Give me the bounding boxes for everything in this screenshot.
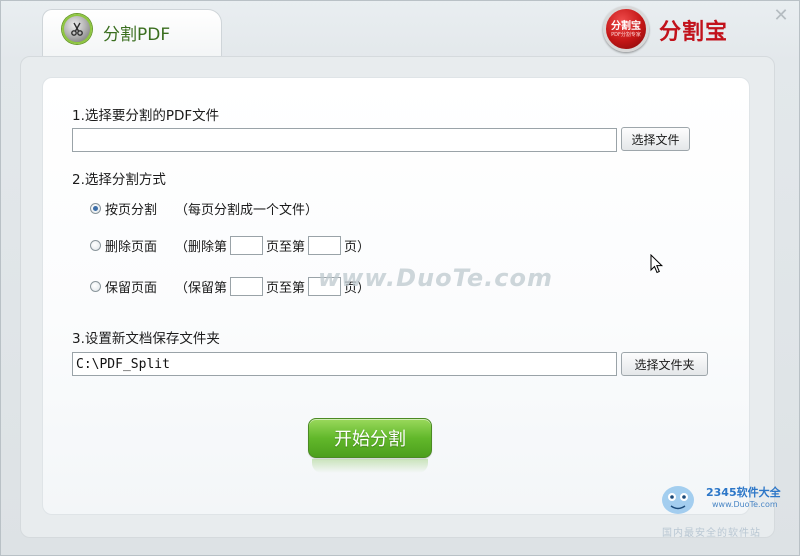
section-select-pdf-label: 1.选择要分割的PDF文件 — [72, 108, 220, 124]
start-button-reflection — [312, 459, 428, 473]
choose-folder-button[interactable]: 选择文件夹 — [621, 352, 708, 376]
delete-start-page-input[interactable] — [230, 236, 264, 255]
delete-pages-prefix: （删除第 — [175, 240, 228, 255]
mouse-cursor-icon — [650, 254, 664, 274]
option-keep-pages-label: 保留页面 — [105, 281, 158, 296]
brand-logo: 分割宝 PDF分割专家 — [603, 6, 649, 52]
start-split-button[interactable]: 开始分割 — [308, 418, 432, 458]
radio-delete-pages[interactable] — [90, 240, 101, 251]
delete-end-page-input[interactable] — [308, 236, 342, 255]
keep-start-page-input[interactable] — [230, 277, 264, 296]
corner-url: www.DuoTe.com — [712, 500, 778, 509]
brand-name: 分割宝 — [659, 20, 729, 45]
option-split-by-page-hint: （每页分割成一个文件） — [175, 203, 319, 218]
corner-slogan: 国内最安全的软件站 — [662, 528, 761, 539]
tab-label: 分割PDF — [103, 25, 171, 45]
brand-logo-subtext: PDF分割专家 — [611, 31, 641, 38]
brand-logo-text: 分割宝 — [611, 20, 641, 32]
keep-pages-prefix: （保留第 — [175, 281, 228, 296]
radio-keep-pages[interactable] — [90, 281, 101, 292]
option-delete-pages[interactable]: 删除页面 （删除第 页至第 页） — [90, 236, 370, 255]
mascot-icon — [662, 486, 694, 514]
choose-file-button[interactable]: 选择文件 — [621, 127, 690, 151]
delete-pages-middle: 页至第 — [266, 240, 306, 255]
option-delete-pages-label: 删除页面 — [105, 240, 158, 255]
keep-pages-middle: 页至第 — [266, 281, 306, 296]
option-split-by-page[interactable]: 按页分割 （每页分割成一个文件） — [90, 199, 318, 218]
delete-pages-suffix: 页） — [344, 240, 371, 255]
scissors-icon — [62, 14, 92, 44]
pdf-file-input[interactable] — [72, 128, 617, 152]
section-output-folder-label: 3.设置新文档保存文件夹 — [72, 331, 220, 347]
close-icon[interactable]: ✕ — [772, 7, 790, 25]
radio-split-by-page[interactable] — [90, 203, 101, 214]
corner-brand: 2345软件大全 — [706, 486, 781, 499]
option-split-by-page-label: 按页分割 — [105, 203, 158, 218]
section-split-mode-label: 2.选择分割方式 — [72, 172, 166, 188]
watermark-text: www.DuoTe.com — [318, 264, 553, 292]
output-folder-input[interactable] — [72, 352, 617, 376]
